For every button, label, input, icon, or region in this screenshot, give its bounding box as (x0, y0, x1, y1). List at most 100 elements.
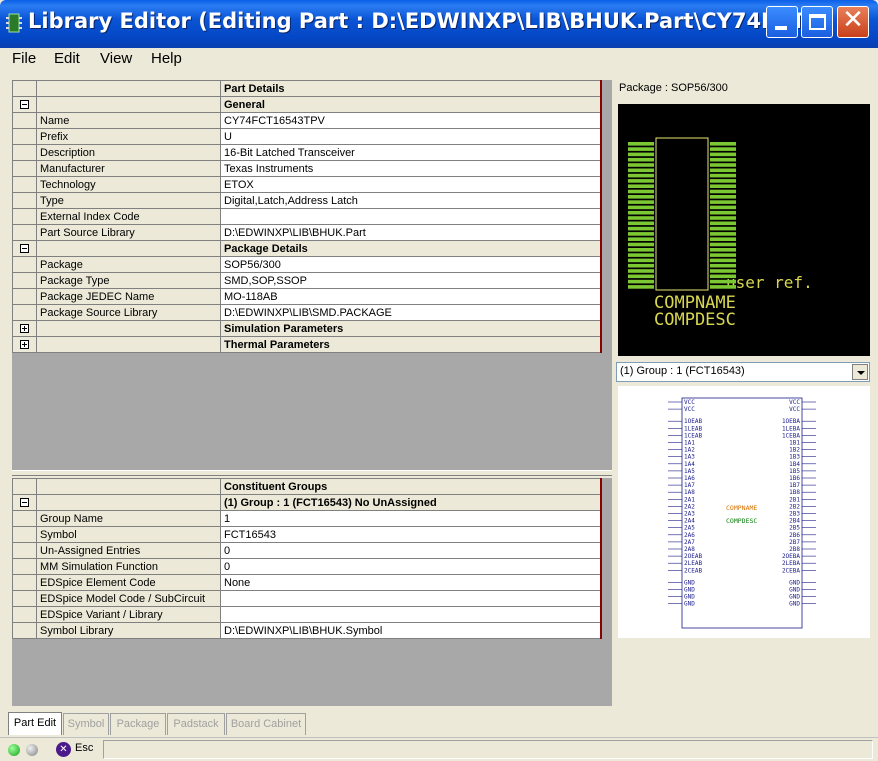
menu-view[interactable]: View (100, 50, 132, 67)
tab-padstack[interactable]: Padstack (167, 713, 225, 735)
property-value[interactable]: 0 (220, 542, 602, 559)
property-value[interactable]: None (220, 574, 602, 591)
close-icon: ✕ (842, 5, 864, 35)
property-value[interactable]: D:\EDWINXP\LIB\SMD.PACKAGE (220, 304, 602, 321)
property-label: Prefix (36, 128, 221, 145)
property-value[interactable]: U (220, 128, 602, 145)
symbol-preview[interactable]: COMPNAME COMPDESC VCC VCCVCC VCC1OEAB 1OEBA… (618, 386, 870, 638)
property-row[interactable]: Prefix U (12, 128, 602, 145)
property-row[interactable]: Package Type SMD,SOP,SSOP (12, 272, 602, 289)
property-row[interactable]: MM Simulation Function 0 (12, 558, 602, 575)
package-pad (628, 226, 654, 231)
collapse-icon[interactable] (20, 244, 29, 254)
property-value[interactable]: SOP56/300 (220, 256, 602, 273)
package-pad (628, 179, 654, 183)
title-bar[interactable]: Library Editor (Editing Part : D:\EDWINX… (0, 0, 878, 48)
symbol-pin-label: 2B4 (789, 518, 800, 525)
property-row[interactable]: Group Name 1 (12, 510, 602, 527)
property-row[interactable]: EDSpice Element Code None (12, 574, 602, 591)
symbol-pin-label: 2B8 (789, 546, 800, 553)
expand-icon[interactable] (20, 340, 29, 350)
property-value[interactable]: SMD,SOP,SSOP (220, 272, 602, 289)
property-value[interactable]: 0 (220, 558, 602, 575)
close-button[interactable]: ✕ (837, 5, 869, 38)
package-pad (628, 163, 654, 167)
property-row[interactable]: Description 16-Bit Latched Transceiver (12, 144, 602, 161)
symbol-pin-label: 2B2 (789, 503, 800, 510)
category-group-1[interactable]: (1) Group : 1 (FCT16543) No UnAssigned (12, 494, 602, 511)
category-thermal[interactable]: Thermal Parameters (12, 336, 602, 353)
property-value[interactable] (220, 590, 602, 607)
property-label: Manufacturer (36, 160, 221, 177)
package-pad (710, 152, 736, 157)
property-value[interactable]: ETOX (220, 176, 602, 193)
collapse-icon[interactable] (20, 498, 29, 508)
property-value[interactable]: FCT16543 (220, 526, 602, 543)
constituent-groups-header: Constituent Groups (220, 478, 602, 495)
package-pad (710, 279, 736, 284)
category-general[interactable]: General (12, 96, 602, 113)
package-pad (710, 263, 736, 268)
minimize-button[interactable] (766, 6, 798, 38)
symbol-pin-label: GND (789, 579, 800, 586)
property-value[interactable]: Digital,Latch,Address Latch (220, 192, 602, 209)
property-row[interactable]: Type Digital,Latch,Address Latch (12, 192, 602, 209)
property-value[interactable]: 1 (220, 510, 602, 527)
collapse-icon[interactable] (20, 100, 29, 110)
package-pad (710, 147, 736, 151)
symbol-pin-label: 2OEAB (684, 553, 702, 560)
property-row[interactable]: Part Source Library D:\EDWINXP\LIB\BHUK.P… (12, 224, 602, 241)
esc-cancel-icon[interactable]: ✕ (56, 742, 71, 757)
category-simulation[interactable]: Simulation Parameters (12, 320, 602, 337)
property-row[interactable]: Package SOP56/300 (12, 256, 602, 273)
menu-help[interactable]: Help (151, 50, 182, 67)
package-pad (710, 173, 736, 178)
property-row[interactable]: Symbol FCT16543 (12, 526, 602, 543)
tab-symbol[interactable]: Symbol (63, 713, 109, 735)
menu-file[interactable]: File (12, 50, 36, 67)
expand-icon[interactable] (20, 324, 29, 334)
package-pad (710, 237, 736, 241)
property-label: Technology (36, 176, 221, 193)
horizontal-splitter[interactable] (12, 470, 612, 476)
property-row[interactable]: Technology ETOX (12, 176, 602, 193)
property-row[interactable]: EDSpice Model Code / SubCircuit (12, 590, 602, 607)
package-pad (628, 216, 654, 220)
grid-header-row: Part Details (12, 80, 602, 97)
maximize-button[interactable] (801, 6, 833, 38)
property-row[interactable]: Name CY74FCT16543TPV (12, 112, 602, 129)
property-value[interactable]: MO-118AB (220, 288, 602, 305)
category-package[interactable]: Package Details (12, 240, 602, 257)
property-row[interactable]: EDSpice Variant / Library (12, 606, 602, 623)
symbol-pin-label: 1OEAB (684, 418, 702, 425)
package-pad (628, 184, 654, 188)
property-value[interactable]: 16-Bit Latched Transceiver (220, 144, 602, 161)
property-value[interactable] (220, 208, 602, 225)
dropdown-button[interactable] (852, 364, 868, 380)
esc-label[interactable]: Esc (75, 742, 93, 754)
menu-edit[interactable]: Edit (54, 50, 80, 67)
property-value[interactable] (220, 606, 602, 623)
tab-part-edit[interactable]: Part Edit (8, 712, 62, 735)
property-row[interactable]: Symbol Library D:\EDWINXP\LIB\BHUK.Symbol (12, 622, 602, 639)
property-row[interactable]: Package JEDEC Name MO-118AB (12, 288, 602, 305)
tab-package[interactable]: Package (110, 713, 166, 735)
property-value[interactable]: CY74FCT16543TPV (220, 112, 602, 129)
package-user-ref: user ref. (726, 273, 813, 292)
menu-bar: File Edit View Help (0, 48, 878, 71)
package-preview[interactable]: user ref. COMPNAME COMPDESC (618, 104, 870, 356)
property-row[interactable]: External Index Code (12, 208, 602, 225)
property-value[interactable]: D:\EDWINXP\LIB\BHUK.Part (220, 224, 602, 241)
symbol-pin-label: 1LEAB (684, 425, 702, 432)
symbol-pin-label: 1OEBA (782, 418, 800, 425)
package-pad (710, 274, 736, 279)
package-pad (710, 258, 736, 263)
property-value[interactable]: Texas Instruments (220, 160, 602, 177)
property-value[interactable]: D:\EDWINXP\LIB\BHUK.Symbol (220, 622, 602, 639)
property-label: Package (36, 256, 221, 273)
group-select[interactable]: (1) Group : 1 (FCT16543) (616, 362, 870, 382)
property-row[interactable]: Manufacturer Texas Instruments (12, 160, 602, 177)
property-row[interactable]: Package Source Library D:\EDWINXP\LIB\SMD… (12, 304, 602, 321)
tab-board-cabinet[interactable]: Board Cabinet (226, 713, 306, 735)
property-row[interactable]: Un-Assigned Entries 0 (12, 542, 602, 559)
